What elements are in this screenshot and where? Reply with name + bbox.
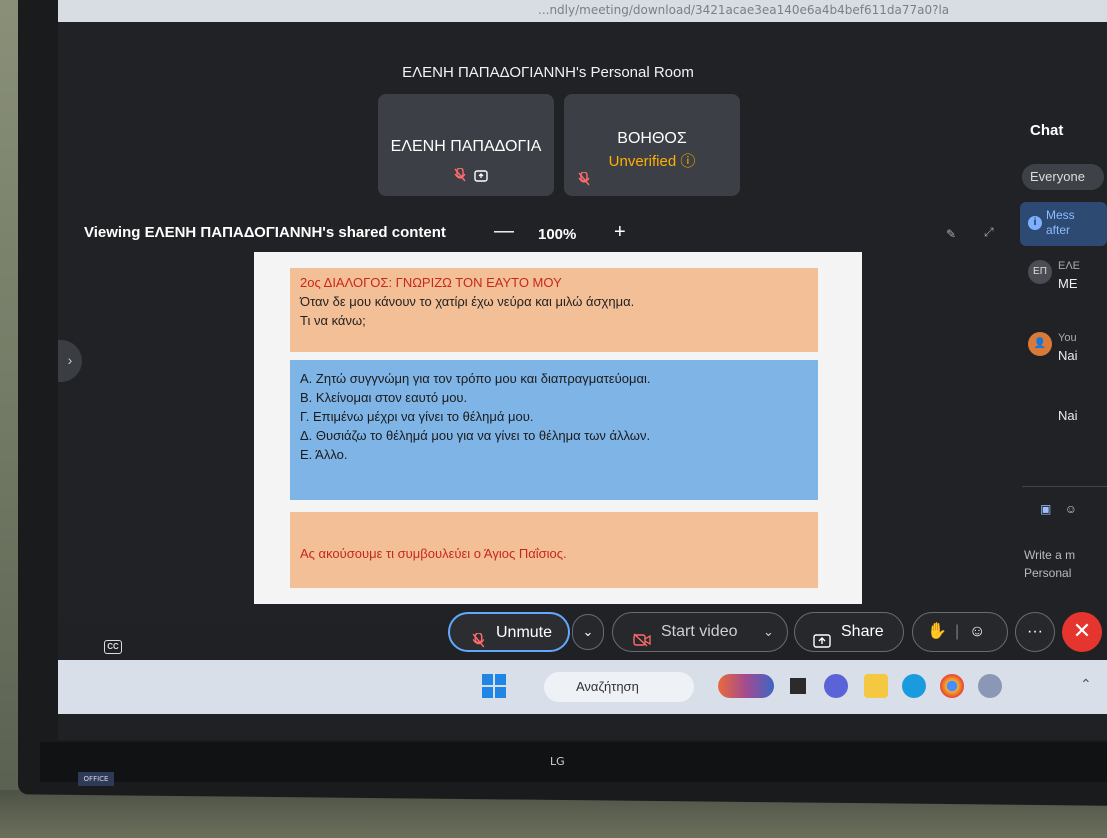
chat-sender: ΕΛΕ xyxy=(1058,260,1081,272)
unmute-button[interactable]: Unmute xyxy=(448,612,570,652)
taskbar-search-input[interactable]: Αναζήτηση xyxy=(544,672,694,702)
slide-option: Δ. Θυσιάζω το θέλημά μου για να γίνει το… xyxy=(300,428,651,443)
mic-muted-icon xyxy=(472,625,485,663)
raise-hand-icon[interactable]: ✋ xyxy=(927,613,947,651)
participant-tile-host[interactable]: ΕΛΕΝΗ ΠΑΠΑΔΟΓΙΑ xyxy=(378,94,554,196)
slide-option: Ε. Άλλο. xyxy=(300,447,348,462)
viewing-label: Viewing ΕΛΕΝΗ ΠΑΠΑΔΟΓΙΑΝΝΗ's shared cont… xyxy=(84,224,446,241)
emoji-icon[interactable]: ☺ xyxy=(1065,502,1077,516)
start-video-button[interactable]: Start video ⌄ xyxy=(612,612,788,652)
video-off-icon xyxy=(633,624,651,662)
participant-name: ΕΛΕΝΗ ΠΑΠΑΔΟΓΙΑ xyxy=(390,138,542,155)
closed-captions-button[interactable]: CC xyxy=(104,640,122,654)
zoom-in-button[interactable]: + xyxy=(614,221,626,244)
compose-placeholder: Write a m xyxy=(1024,548,1076,562)
reactions-emoji-icon[interactable]: ☺ xyxy=(969,613,985,651)
windows-taskbar: Αναζήτηση ⌃ xyxy=(58,660,1107,714)
chat-notice: i Mess after xyxy=(1020,202,1107,246)
mic-muted-icon xyxy=(578,171,590,186)
chat-divider xyxy=(1022,486,1107,487)
lg-logo: LG xyxy=(550,755,565,768)
zoom-out-button[interactable]: — xyxy=(494,220,514,243)
windows-start-icon[interactable] xyxy=(482,674,506,698)
unverified-label: Unverified xyxy=(608,153,677,170)
slide-option: Α. Ζητώ συγγνώμη για τον τρόπο μου και δ… xyxy=(300,371,651,386)
chat-toolbar: ▣ ☺ xyxy=(1040,502,1077,516)
leave-meeting-button[interactable]: ✕ xyxy=(1062,612,1102,652)
chat-title: Chat xyxy=(1030,122,1064,139)
participant-status: Unverified ⓘ xyxy=(564,150,740,171)
share-label: Share xyxy=(841,623,884,640)
chat-notice-line: after xyxy=(1046,223,1071,237)
chat-text: Nai xyxy=(1058,348,1078,363)
chat-text: ΜΕ xyxy=(1058,276,1078,291)
divider: | xyxy=(955,623,960,640)
avatar: ΕΠ xyxy=(1028,260,1052,284)
mic-muted-icon xyxy=(454,167,466,182)
slide-heading-number: 2ος xyxy=(300,275,321,290)
chat-recipient-select[interactable]: Everyone xyxy=(1022,164,1104,190)
slide-footer-text: Ας ακούσουμε τι συμβουλεύει ο Άγιος Παΐσ… xyxy=(300,546,567,561)
audio-options-chevron-down-icon[interactable]: ⌄ xyxy=(572,614,604,650)
slide-heading: 2ος ΔΙΑΛΟΓΟΣ: ΓΝΩΡΙΖΩ ΤΟΝ ΕΑΥΤΟ ΜΟΥ xyxy=(300,273,808,292)
share-button[interactable]: Share xyxy=(794,612,904,652)
info-icon: i xyxy=(1028,216,1042,230)
room-title: ΕΛΕΝΗ ΠΑΠΑΔΟΓΙΑΝΝΗ's Personal Room xyxy=(402,64,694,81)
reactions-button-group: ✋ | ☺ xyxy=(912,612,1008,652)
annotate-icon[interactable]: ✎ xyxy=(946,227,956,241)
slide-option: Γ. Επιμένω μέχρι να γίνει το θέλημά μου. xyxy=(300,409,534,424)
compose-placeholder-line2: Personal xyxy=(1024,566,1072,580)
participant-name: ΒΟΗΘΟΣ xyxy=(617,130,687,147)
device-sticker: OFFICE xyxy=(78,772,114,786)
task-view-icon[interactable] xyxy=(786,674,810,698)
side-panel-toggle-button[interactable]: › xyxy=(58,340,82,382)
tv-screen: ...ndly/meeting/download/3421acae3ea140e… xyxy=(58,0,1107,740)
user-avatar-icon: 👤 xyxy=(1028,332,1052,356)
share-screen-icon xyxy=(813,625,831,663)
participant-tile-assistant[interactable]: ΒΟΗΘΟΣ Unverified ⓘ xyxy=(564,94,740,196)
browser-url-bar[interactable]: ...ndly/meeting/download/3421acae3ea140e… xyxy=(58,0,1107,22)
info-icon: ⓘ xyxy=(680,153,696,170)
edge-icon[interactable] xyxy=(902,674,926,698)
chat-notice-text: Mess after xyxy=(1046,208,1075,238)
video-options-chevron-down-icon[interactable]: ⌄ xyxy=(763,613,774,651)
chrome-icon[interactable] xyxy=(940,674,964,698)
format-icon[interactable]: ▣ xyxy=(1040,502,1051,516)
chat-sender: You xyxy=(1058,332,1077,344)
show-hidden-icons-chevron-up-icon[interactable]: ⌃ xyxy=(1080,676,1092,693)
slide-question-box: 2ος ΔΙΑΛΟΓΟΣ: ΓΝΩΡΙΖΩ ΤΟΝ ΕΑΥΤΟ ΜΟΥ Όταν… xyxy=(290,268,818,352)
slide-question-line: Όταν δε μου κάνουν το χατίρι έχω νεύρα κ… xyxy=(300,294,635,309)
chat-notice-line: Mess xyxy=(1046,208,1075,222)
file-explorer-icon[interactable] xyxy=(864,674,888,698)
slide-heading-text: ΔΙΑΛΟΓΟΣ: ΓΝΩΡΙΖΩ ΤΟΝ ΕΑΥΤΟ ΜΟΥ xyxy=(323,275,562,290)
sharing-screen-icon xyxy=(474,169,488,182)
more-options-button[interactable]: ··· xyxy=(1015,612,1055,652)
start-video-label: Start video xyxy=(661,623,738,640)
expand-icon[interactable]: ⤢ xyxy=(984,225,994,240)
tv-chin xyxy=(40,742,1107,782)
chat-panel: Chat Everyone i Mess after ΕΠ ΕΛΕ ΜΕ 👤 Yo… xyxy=(1018,110,1107,630)
settings-gear-icon[interactable] xyxy=(978,674,1002,698)
slide-footer-box: Ας ακούσουμε τι συμβουλεύει ο Άγιος Παΐσ… xyxy=(290,512,818,588)
chat-text: Nai xyxy=(1058,408,1078,423)
teams-chat-icon[interactable] xyxy=(824,674,848,698)
unmute-label: Unmute xyxy=(496,624,553,641)
meeting-window: ΕΛΕΝΗ ΠΑΠΑΔΟΓΙΑΝΝΗ's Personal Room ΕΛΕΝΗ… xyxy=(58,22,1107,622)
zoom-level: 100% xyxy=(538,226,577,243)
widget-icon[interactable] xyxy=(718,674,774,698)
slide-question-line: Τι να κάνω; xyxy=(300,313,366,328)
chat-compose-input[interactable]: Write a m Personal xyxy=(1024,546,1075,582)
url-text: ...ndly/meeting/download/3421acae3ea140e… xyxy=(538,3,950,17)
slide-option: Β. Κλείνομαι στον εαυτό μου. xyxy=(300,390,468,405)
shared-slide: 2ος ΔΙΑΛΟΓΟΣ: ΓΝΩΡΙΖΩ ΤΟΝ ΕΑΥΤΟ ΜΟΥ Όταν… xyxy=(254,252,862,604)
slide-options-box: Α. Ζητώ συγγνώμη για τον τρόπο μου και δ… xyxy=(290,360,818,500)
